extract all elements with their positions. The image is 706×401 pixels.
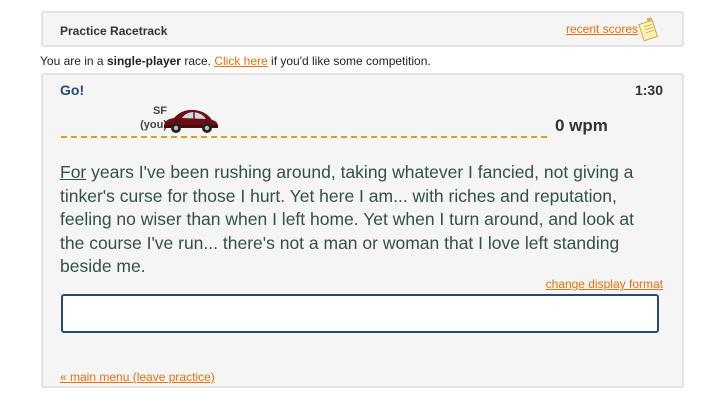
- race-timer: 1:30: [634, 82, 663, 98]
- current-word: For: [60, 162, 87, 182]
- player-name: SF: [152, 105, 167, 117]
- car-icon: [164, 109, 218, 133]
- race-track-line: [61, 136, 547, 138]
- change-display-format-link[interactable]: change display format: [546, 277, 663, 291]
- recent-scores-link[interactable]: recent scores: [566, 22, 638, 36]
- race-passage: For years I've been rushing around, taki…: [60, 161, 660, 279]
- race-mode: single-player: [106, 54, 181, 68]
- race-panel: Go! 1:30 SF (you) 0 wpm For years I've b…: [41, 73, 684, 388]
- race-status-line: You are in a single-player race. Click h…: [40, 54, 431, 68]
- wpm-readout: 0 wpm: [555, 116, 608, 135]
- header-panel: Practice Racetrack recent scores: [41, 11, 684, 47]
- notepad-icon[interactable]: [638, 16, 662, 42]
- remaining-text: years I've been rushing around, taking w…: [60, 162, 634, 276]
- status-prefix: You are in a: [40, 54, 107, 68]
- typing-input[interactable]: [61, 294, 659, 333]
- go-label: Go!: [60, 82, 85, 98]
- page-title: Practice Racetrack: [60, 24, 168, 38]
- player-tag: (you): [140, 119, 167, 131]
- status-middle: race.: [180, 54, 215, 68]
- player-label: SF (you): [107, 104, 167, 132]
- main-menu-link[interactable]: « main menu (leave practice): [60, 370, 215, 384]
- competition-link[interactable]: Click here: [214, 54, 267, 68]
- status-suffix: if you'd like some competition.: [267, 54, 431, 68]
